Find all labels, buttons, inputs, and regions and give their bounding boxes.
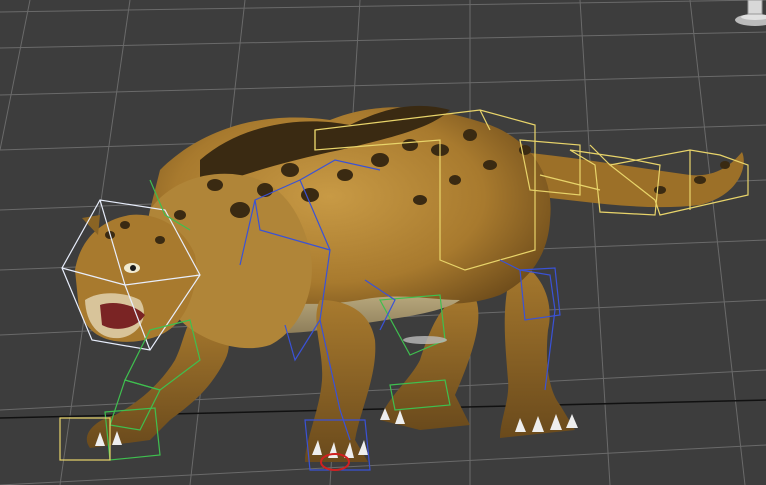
viewport-canvas[interactable] [0,0,766,485]
ear [82,215,100,235]
gizmo-icon[interactable] [735,0,766,26]
viewport-3d[interactable] [0,0,766,485]
